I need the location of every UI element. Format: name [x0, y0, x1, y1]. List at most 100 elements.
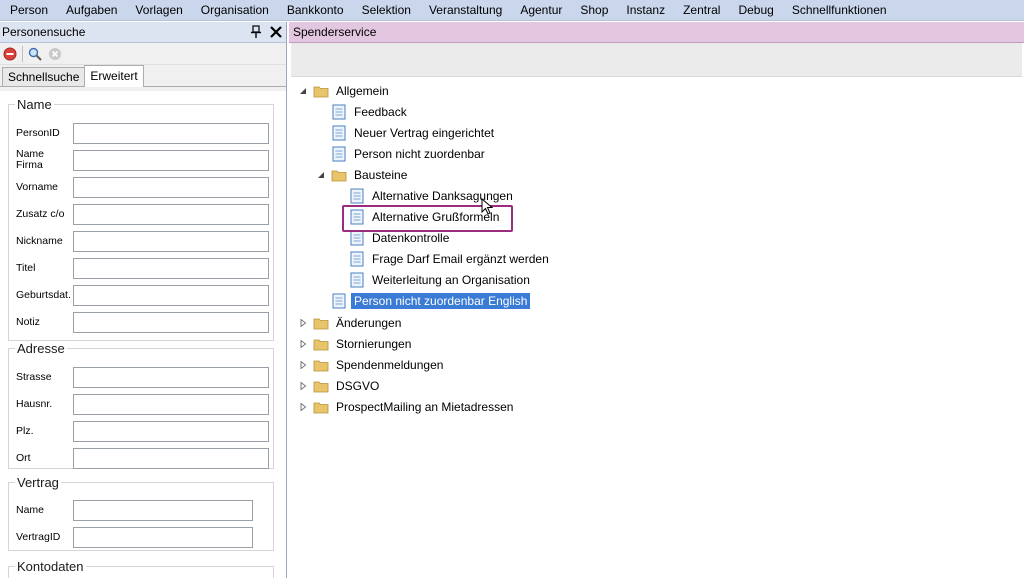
menu-selektion[interactable]: Selektion	[353, 0, 420, 21]
document-icon	[349, 272, 365, 288]
geburtsdat-field[interactable]	[73, 284, 269, 306]
toolbar-divider	[22, 45, 23, 62]
expanded-arrow-icon[interactable]	[315, 169, 327, 181]
menu-instanz[interactable]: Instanz	[617, 0, 674, 21]
pin-icon[interactable]	[246, 22, 266, 42]
menu-bankkonto[interactable]: Bankkonto	[278, 0, 353, 21]
label-geburtsdat: Geburtsdat.	[16, 288, 71, 301]
tab-schnellsuche[interactable]: Schnellsuche	[2, 67, 86, 86]
document-icon	[349, 188, 365, 204]
panel-title: Personensuche	[2, 25, 86, 39]
tree-label-allgemein: Allgemein	[336, 84, 389, 98]
tree-label-datenkontrolle: Datenkontrolle	[372, 231, 450, 245]
tree-label-person-nicht: Person nicht zuordenbar	[354, 147, 485, 161]
vertrag-name-field[interactable]	[73, 499, 253, 521]
notiz-field[interactable]	[73, 311, 269, 333]
folder-icon	[313, 315, 329, 331]
document-icon	[331, 293, 347, 309]
label-vertragid: VertragID	[16, 530, 61, 543]
tree-label-frage-darf: Frage Darf Email ergänzt werden	[372, 252, 549, 266]
search-tabs: Schnellsuche Erweitert	[0, 65, 286, 87]
tree-label-bausteine: Bausteine	[354, 168, 408, 182]
collapsed-arrow-icon[interactable]	[297, 359, 309, 371]
hausnr-field[interactable]	[73, 393, 269, 415]
tree-folder-allgemein[interactable]: Allgemein	[297, 81, 392, 101]
menu-schnellfunktionen[interactable]: Schnellfunktionen	[783, 0, 896, 21]
label-plz: Plz.	[16, 424, 34, 437]
menu-bar: Person Aufgaben Vorlagen Organisation Ba…	[0, 0, 1024, 21]
search-toolbar	[0, 43, 286, 65]
zusatz-field[interactable]	[73, 203, 269, 225]
search-icon[interactable]	[27, 46, 43, 62]
tree-item-neuer-vertrag[interactable]: Neuer Vertrag eingerichtet	[331, 123, 497, 143]
document-icon	[349, 230, 365, 246]
tree-label-prospect: ProspectMailing an Mietadressen	[336, 400, 514, 414]
label-nickname: Nickname	[16, 234, 63, 247]
personid-field[interactable]	[73, 122, 269, 144]
ort-field[interactable]	[73, 447, 269, 469]
menu-vorlagen[interactable]: Vorlagen	[126, 0, 191, 21]
titel-field[interactable]	[73, 257, 269, 279]
menu-debug[interactable]: Debug	[729, 0, 782, 21]
menu-agentur[interactable]: Agentur	[511, 0, 571, 21]
spenderservice-header: Spenderservice	[289, 22, 1024, 43]
collapsed-arrow-icon[interactable]	[297, 380, 309, 392]
collapsed-arrow-icon[interactable]	[297, 401, 309, 413]
name-firma-field[interactable]	[73, 149, 269, 171]
tree-label-aenderungen: Änderungen	[336, 316, 402, 330]
tree-folder-prospect[interactable]: ProspectMailing an Mietadressen	[297, 397, 516, 417]
tree-item-weiterleitung[interactable]: Weiterleitung an Organisation	[349, 270, 533, 290]
tree-label-spendenmeldungen: Spendenmeldungen	[336, 358, 444, 372]
expanded-arrow-icon[interactable]	[297, 85, 309, 97]
plz-field[interactable]	[73, 420, 269, 442]
personensuche-header: Personensuche	[0, 22, 286, 43]
tree-folder-stornierungen[interactable]: Stornierungen	[297, 334, 414, 354]
folder-icon	[313, 378, 329, 394]
group-name-legend: Name	[17, 97, 52, 112]
tree-item-feedback[interactable]: Feedback	[331, 102, 410, 122]
clear-icon[interactable]	[47, 46, 63, 62]
nickname-field[interactable]	[73, 230, 269, 252]
document-icon	[331, 125, 347, 141]
menu-shop[interactable]: Shop	[571, 0, 617, 21]
label-name-firma: Name Firma	[16, 148, 45, 171]
vorname-field[interactable]	[73, 176, 269, 198]
strasse-field[interactable]	[73, 366, 269, 388]
group-kontodaten-legend: Kontodaten	[17, 559, 84, 574]
vertragid-field[interactable]	[73, 526, 253, 548]
tree-item-person-nicht-en[interactable]: Person nicht zuordenbar English	[331, 291, 531, 311]
tree-folder-spendenmeldungen[interactable]: Spendenmeldungen	[297, 355, 446, 375]
label-titel: Titel	[16, 261, 36, 274]
tree-item-frage-darf[interactable]: Frage Darf Email ergänzt werden	[349, 249, 552, 269]
group-adresse-legend: Adresse	[17, 341, 65, 356]
stop-icon[interactable]	[2, 46, 18, 62]
tab-erweitert[interactable]: Erweitert	[84, 65, 144, 87]
folder-icon	[331, 167, 347, 183]
tree-folder-aenderungen[interactable]: Änderungen	[297, 313, 404, 333]
document-icon	[331, 146, 347, 162]
collapsed-arrow-icon[interactable]	[297, 338, 309, 350]
tree-folder-bausteine[interactable]: Bausteine	[315, 165, 410, 185]
label-zusatz: Zusatz c/o	[16, 207, 65, 220]
menu-organisation[interactable]: Organisation	[192, 0, 278, 21]
folder-icon	[313, 357, 329, 373]
group-kontodaten: Kontodaten	[8, 559, 274, 578]
tree-label-person-nicht-en: Person nicht zuordenbar English	[351, 293, 531, 309]
label-personid: PersonID	[16, 126, 60, 139]
tree-folder-dsgvo[interactable]: DSGVO	[297, 376, 382, 396]
close-icon[interactable]	[266, 22, 286, 42]
collapsed-arrow-icon[interactable]	[297, 317, 309, 329]
spenderservice-toolbar	[291, 43, 1022, 77]
tree-label-weiterleitung: Weiterleitung an Organisation	[372, 273, 530, 287]
tree-item-person-nicht[interactable]: Person nicht zuordenbar	[331, 144, 488, 164]
tree-label-dsgvo: DSGVO	[336, 379, 380, 393]
document-icon	[331, 104, 347, 120]
tree-label-stornierungen: Stornierungen	[336, 337, 412, 351]
label-notiz: Notiz	[16, 315, 40, 328]
label-hausnr: Hausnr.	[16, 397, 53, 410]
menu-person[interactable]: Person	[0, 0, 57, 21]
menu-zentral[interactable]: Zentral	[674, 0, 729, 21]
menu-veranstaltung[interactable]: Veranstaltung	[420, 0, 511, 21]
folder-icon	[313, 83, 329, 99]
menu-aufgaben[interactable]: Aufgaben	[57, 0, 126, 21]
